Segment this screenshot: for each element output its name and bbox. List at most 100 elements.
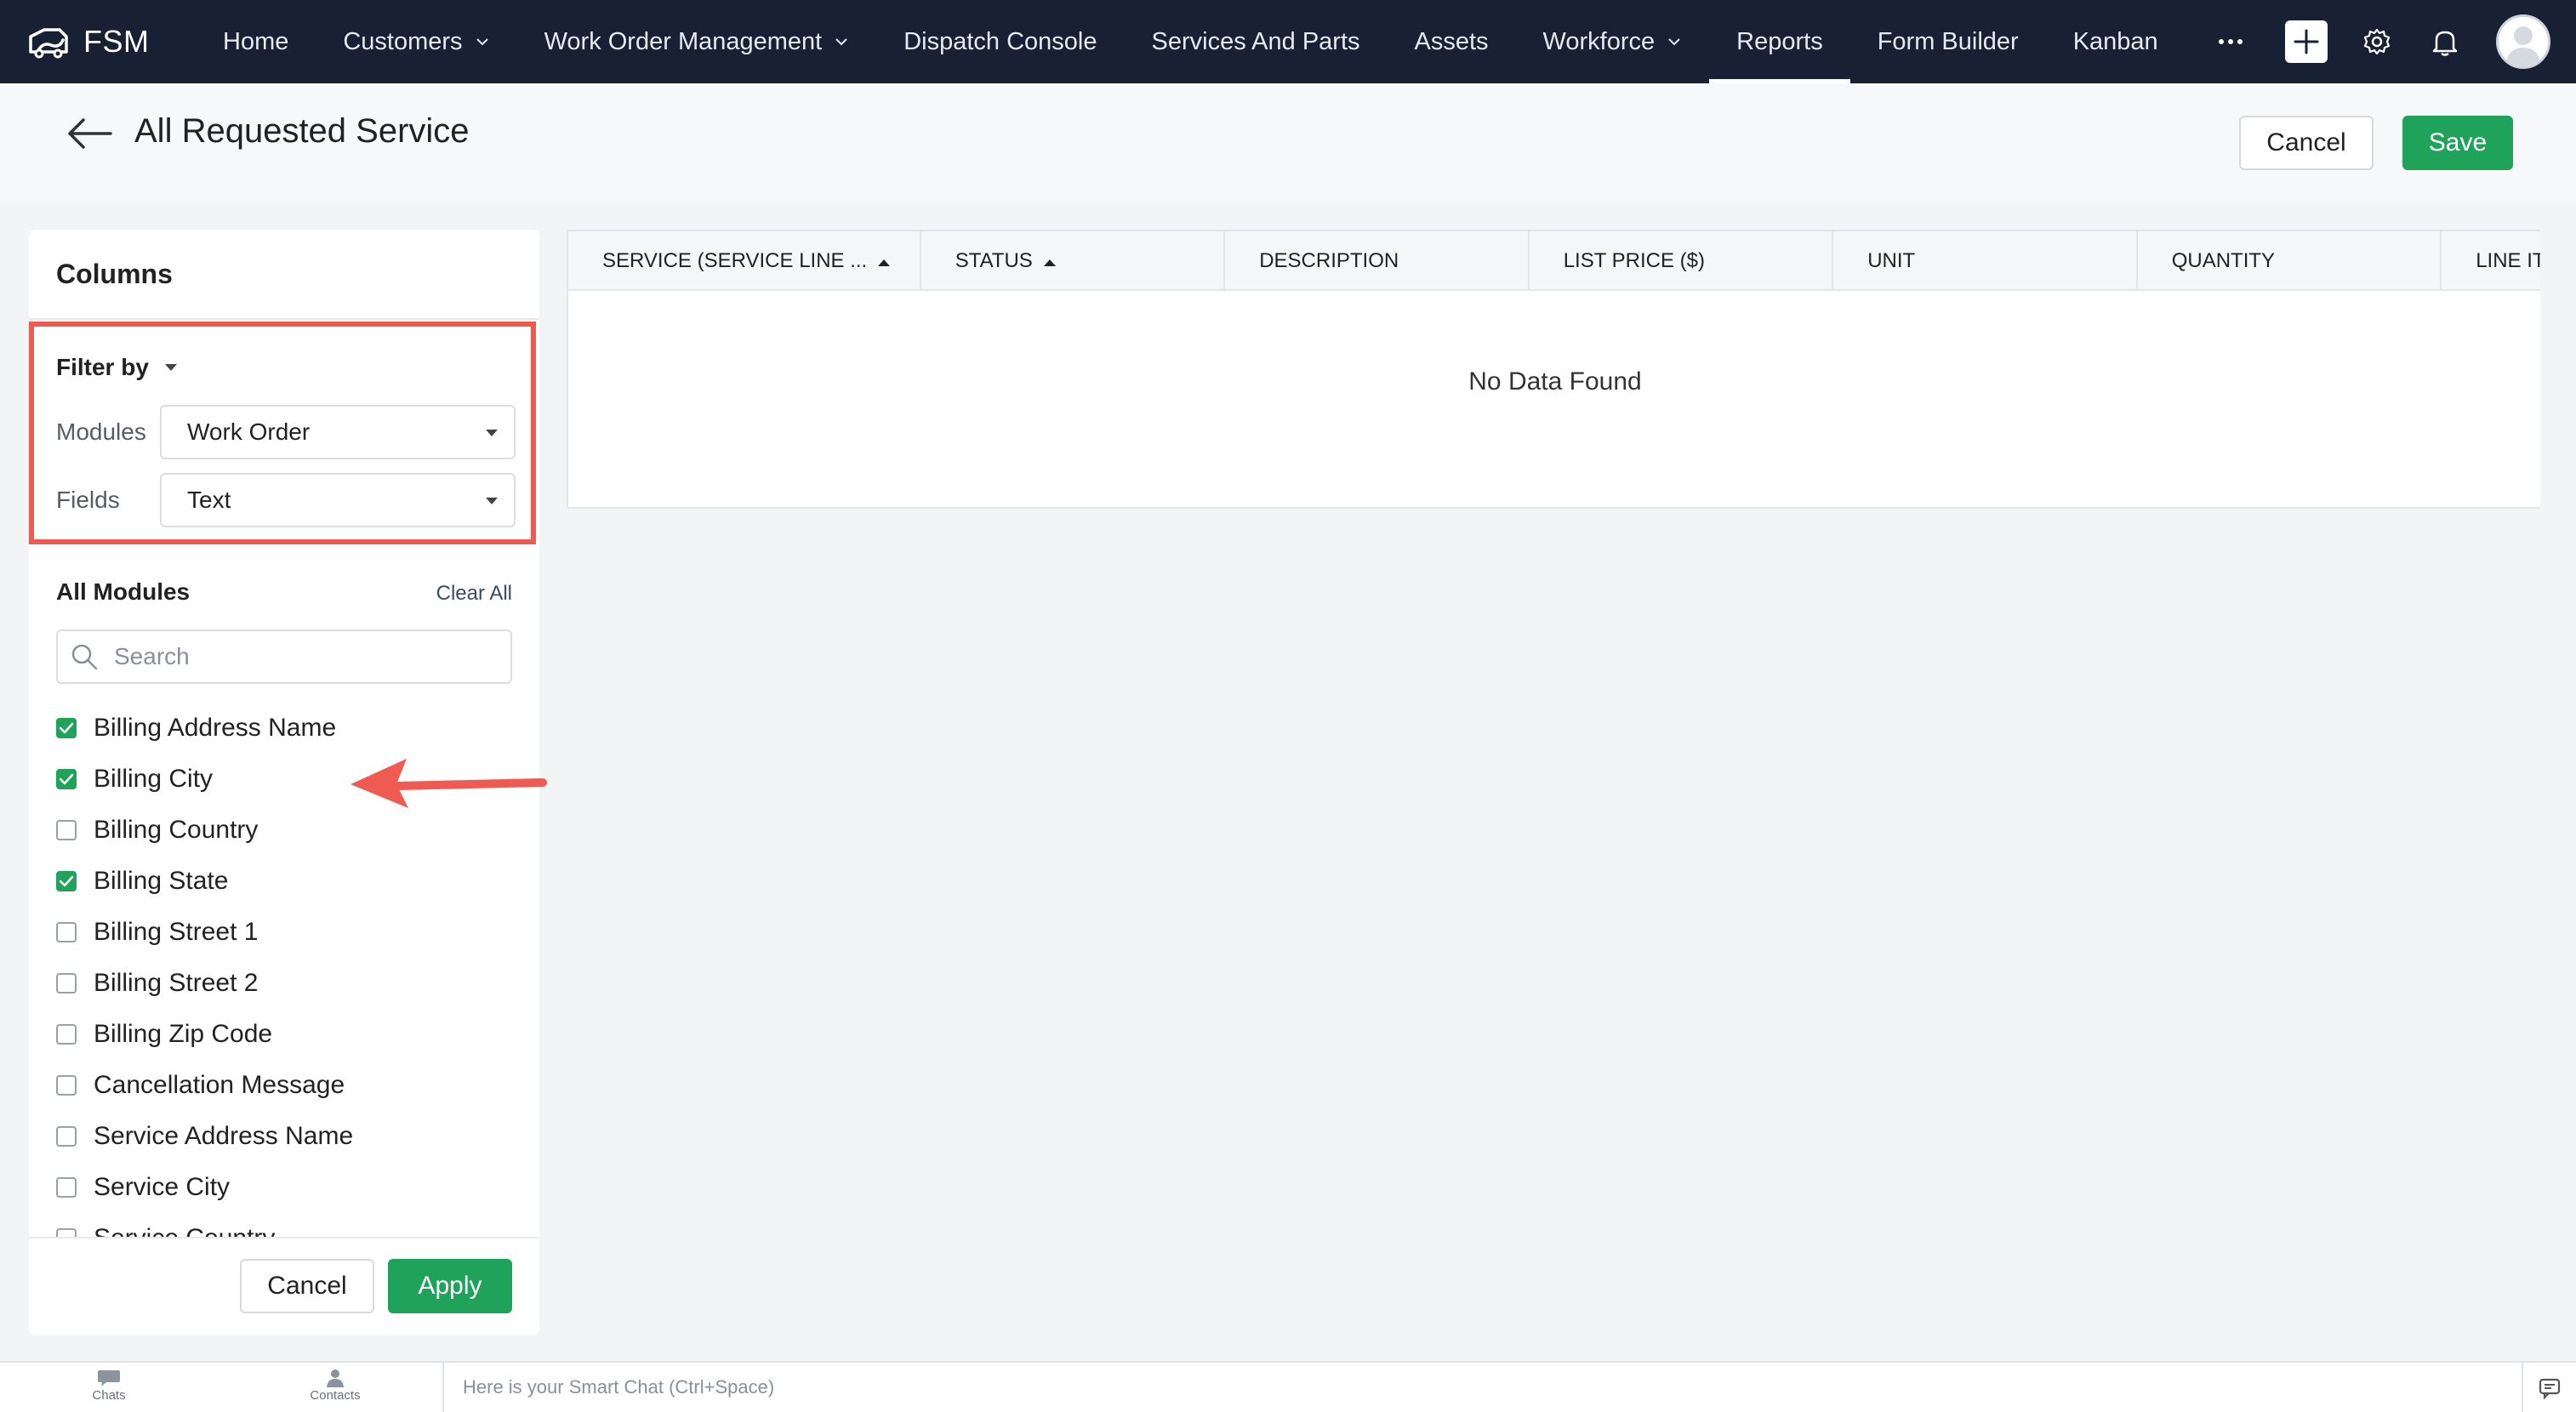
nav-item-home[interactable]: Home (196, 0, 316, 83)
nav-item-label: Workforce (1542, 27, 1656, 55)
modules-label: Modules (56, 418, 146, 445)
filter-by-label: Filter by (56, 354, 149, 380)
field-label: Service Address Name (94, 1122, 354, 1150)
column-header-status[interactable]: STATUS (921, 231, 1226, 291)
column-header-label: SERVICE (SERVICE LINE ... (602, 249, 868, 272)
nav-item-label: Work Order Management (544, 27, 823, 55)
nav-item-reports[interactable]: Reports (1709, 0, 1850, 83)
sort-ascending-icon[interactable] (1043, 249, 1057, 273)
column-header-label: LIST PRICE ($) (1563, 249, 1705, 272)
column-header-label: LINE ITEM A (2476, 249, 2540, 272)
column-header-service-service-line[interactable]: SERVICE (SERVICE LINE ... (568, 231, 921, 291)
nav-item-label: Reports (1736, 27, 1823, 55)
back-arrow-icon[interactable] (65, 116, 114, 151)
panel-cancel-button[interactable]: Cancel (240, 1259, 374, 1313)
column-header-line-item-a[interactable]: LINE ITEM A (2442, 231, 2540, 291)
contacts-tab[interactable]: Contacts (284, 1368, 386, 1403)
user-avatar[interactable] (2496, 14, 2550, 69)
nav-item-assets[interactable]: Assets (1388, 0, 1516, 83)
fields-select[interactable]: Text (160, 473, 516, 527)
checkbox-unchecked-icon[interactable] (56, 922, 77, 942)
checkbox-checked-icon[interactable] (56, 769, 77, 789)
gear-icon[interactable] (2360, 25, 2394, 59)
panel-footer-divider (29, 1237, 539, 1238)
chevron-down-icon (1668, 38, 1680, 46)
dropdown-arrow-icon (486, 498, 498, 504)
chat-window-button[interactable] (2522, 1363, 2576, 1412)
checkbox-unchecked-icon[interactable] (56, 1024, 77, 1045)
checkbox-unchecked-icon[interactable] (56, 1177, 77, 1198)
nav-item-customers[interactable]: Customers (316, 0, 516, 83)
nav-item-work-order-management[interactable]: Work Order Management (517, 0, 877, 83)
field-label: Billing State (94, 867, 229, 895)
bell-icon[interactable] (2428, 25, 2462, 59)
contact-person-icon (327, 1369, 344, 1387)
clear-all-link[interactable]: Clear All (436, 582, 512, 606)
field-checkbox-item[interactable]: Billing State (56, 856, 516, 907)
field-checkbox-item[interactable]: Service City (56, 1162, 516, 1213)
nav-item-label: Customers (343, 27, 463, 55)
smart-chat-input[interactable]: Here is your Smart Chat (Ctrl+Space) (463, 1376, 774, 1398)
checkbox-unchecked-icon[interactable] (56, 1075, 77, 1096)
field-label: Cancellation Message (94, 1071, 345, 1099)
checkbox-unchecked-icon[interactable] (56, 1228, 77, 1237)
nav-item-label: Assets (1414, 27, 1489, 55)
column-header-label: QUANTITY (2171, 249, 2276, 272)
app-logo[interactable]: FSM (26, 23, 172, 60)
field-checkbox-item[interactable]: Service Country (56, 1213, 516, 1237)
modules-select-value: Work Order (187, 418, 311, 445)
dropdown-arrow-icon (486, 430, 498, 436)
header-cancel-button[interactable]: Cancel (2239, 116, 2374, 170)
field-checkbox-item[interactable]: Service Address Name (56, 1111, 516, 1162)
checkbox-checked-icon[interactable] (56, 871, 77, 891)
chevron-down-icon (476, 38, 488, 46)
filter-by-toggle[interactable]: Filter by (56, 354, 178, 381)
nav-item-form-builder[interactable]: Form Builder (1850, 0, 2046, 83)
sort-ascending-icon[interactable] (877, 249, 891, 273)
field-label: Billing Zip Code (94, 1020, 273, 1048)
checkbox-checked-icon[interactable] (56, 718, 77, 738)
field-label: Billing Street 1 (94, 918, 259, 946)
column-header-description[interactable]: DESCRIPTION (1225, 231, 1530, 291)
save-button[interactable]: Save (2402, 116, 2513, 170)
column-header-list-price[interactable]: LIST PRICE ($) (1530, 231, 1834, 291)
column-header-label: DESCRIPTION (1259, 249, 1399, 272)
chat-window-icon (2539, 1378, 2561, 1399)
page-header: All Requested Service Cancel Save (0, 83, 2576, 202)
apply-button[interactable]: Apply (388, 1259, 512, 1313)
column-header-label: STATUS (955, 249, 1033, 272)
search-icon (71, 644, 98, 670)
field-checkbox-item[interactable]: Billing Address Name (56, 703, 516, 754)
column-header-quantity[interactable]: QUANTITY (2138, 231, 2442, 291)
field-checkbox-item[interactable]: Cancellation Message (56, 1060, 516, 1111)
more-horizontal-icon[interactable] (2214, 25, 2248, 59)
field-checkbox-item[interactable]: Billing Country (56, 805, 516, 856)
filter-highlight-box: Filter by Modules Work Order Fields Text (29, 322, 536, 544)
columns-panel-title: Columns (56, 259, 173, 289)
search-input-wrapper[interactable] (56, 629, 512, 684)
nav-item-workforce[interactable]: Workforce (1516, 0, 1710, 83)
top-navigation-bar: FSM Home Customers Work Order Management Di… (0, 0, 2576, 83)
chat-bubble-icon (98, 1370, 120, 1386)
caret-down-icon (164, 364, 177, 371)
report-table: SERVICE (SERVICE LINE ... STATUS DESCRIPTI… (567, 230, 2540, 509)
nav-item-label: Home (223, 27, 289, 55)
field-checkbox-item[interactable]: Billing Street 2 (56, 958, 516, 1009)
nav-item-kanban[interactable]: Kanban (2046, 0, 2186, 83)
field-checkbox-item[interactable]: Billing Street 1 (56, 907, 516, 958)
field-checkbox-item[interactable]: Billing Zip Code (56, 1009, 516, 1060)
user-silhouette-icon (2505, 26, 2541, 66)
modules-select[interactable]: Work Order (160, 405, 516, 459)
checkbox-unchecked-icon[interactable] (56, 973, 77, 994)
chats-tab[interactable]: Chats (58, 1368, 160, 1403)
search-input[interactable] (114, 643, 488, 670)
checkbox-unchecked-icon[interactable] (56, 820, 77, 840)
page-title: All Requested Service (134, 112, 470, 150)
chevron-down-icon (835, 38, 847, 46)
checkbox-unchecked-icon[interactable] (56, 1126, 77, 1147)
nav-item-dispatch-console[interactable]: Dispatch Console (876, 0, 1124, 83)
column-header-unit[interactable]: UNIT (1833, 231, 2138, 291)
field-label: Service Country (94, 1224, 275, 1237)
nav-item-services-and-parts[interactable]: Services And Parts (1125, 0, 1388, 83)
create-new-button[interactable] (2285, 20, 2328, 63)
